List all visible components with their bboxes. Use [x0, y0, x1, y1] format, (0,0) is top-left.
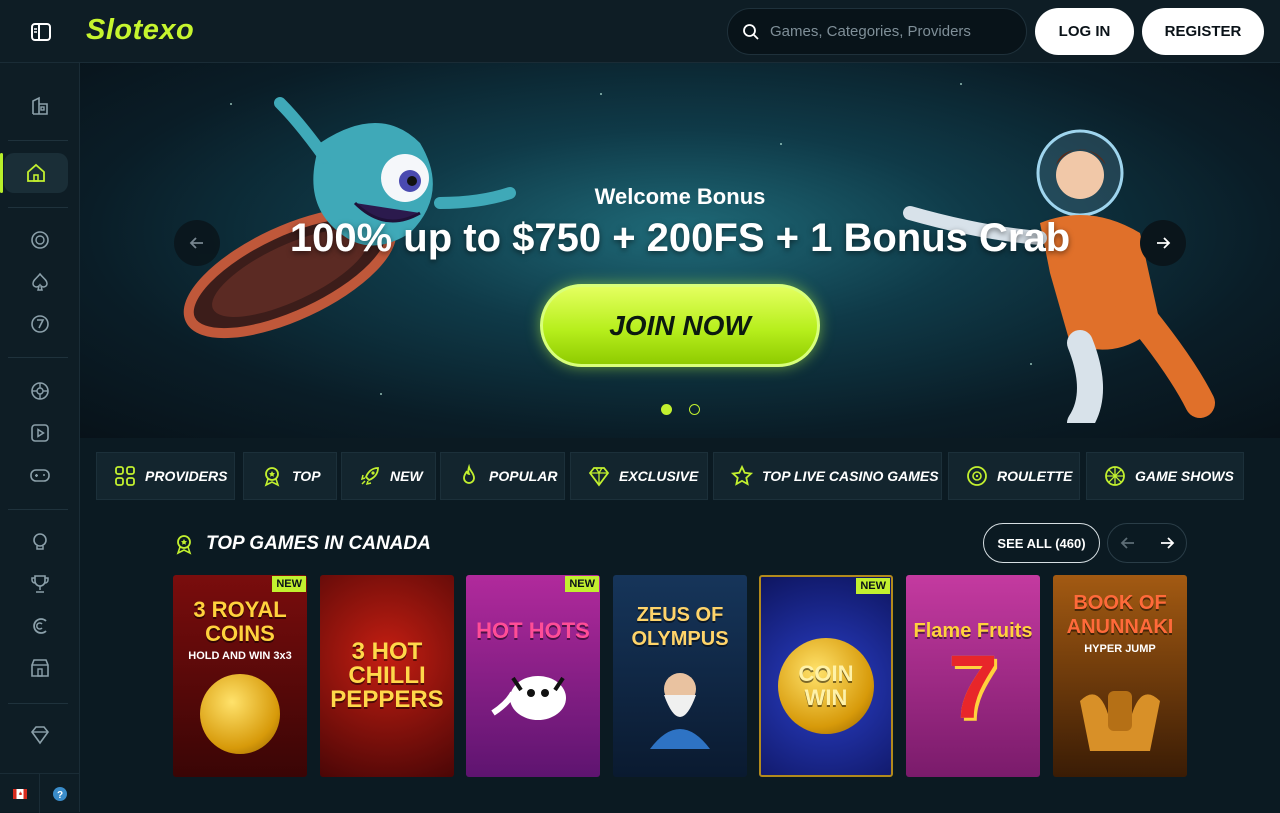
game-tile[interactable]: 3 HOT CHILLI PEPPERS [320, 575, 454, 777]
astronaut-illustration [903, 129, 1215, 423]
game-tile[interactable]: HOT HOTS NEW [466, 575, 600, 777]
rocket-icon [360, 467, 379, 486]
roulette-icon[interactable] [0, 371, 80, 411]
shop-icon[interactable] [0, 648, 80, 688]
join-now-button[interactable]: JOIN NOW [540, 284, 820, 367]
game-tile[interactable]: ZEUS OF OLYMPUS [613, 575, 747, 777]
tab-label: TOP LIVE CASINO GAMES [762, 468, 939, 484]
game-tile[interactable]: 3 ROYAL COINS HOLD AND WIN 3x3 NEW [173, 575, 307, 777]
svg-text:?: ? [57, 790, 63, 801]
games-next-button[interactable] [1147, 524, 1186, 562]
promo-icon[interactable] [0, 606, 80, 646]
sidebar-footer: ? [0, 773, 80, 813]
carousel-next-button[interactable] [1140, 220, 1186, 266]
home-icon[interactable] [0, 153, 68, 193]
new-badge: NEW [565, 576, 599, 592]
login-button[interactable]: LOG IN [1035, 8, 1134, 55]
medal-icon [176, 535, 192, 555]
lightbulb-icon[interactable] [0, 522, 80, 562]
game-title: COIN WIN [798, 661, 854, 710]
seven-artwork: 7 [947, 638, 999, 738]
arrow-right-icon [1157, 237, 1171, 249]
tab-providers[interactable]: PROVIDERS [96, 452, 235, 500]
search-icon [743, 23, 759, 40]
tab-new[interactable]: NEW [341, 452, 436, 500]
cat-character-artwork [491, 676, 566, 720]
games-pager [1107, 523, 1187, 563]
zeus-artwork [650, 673, 710, 749]
hero-banner[interactable]: Welcome Bonus 100% up to $750 + 200FS + … [80, 63, 1280, 438]
anunnaki-artwork [1080, 691, 1160, 751]
diamond-icon[interactable] [0, 715, 80, 755]
carousel-dot-2[interactable] [689, 404, 700, 415]
seven-icon[interactable] [0, 304, 80, 344]
tab-exclusive[interactable]: EXCLUSIVE [570, 452, 708, 500]
help-icon[interactable]: ? [40, 774, 80, 813]
tab-label: TOP [292, 468, 321, 484]
grid-icon [115, 466, 135, 486]
new-badge: NEW [272, 576, 306, 592]
spade-icon[interactable] [0, 262, 80, 302]
top-bar: Slotexo LOG IN REGISTER [0, 0, 1280, 63]
tab-roulette[interactable]: ROULETTE [948, 452, 1080, 500]
section-title: TOP GAMES IN CANADA [206, 533, 431, 554]
arrow-right-icon [1160, 537, 1174, 549]
game-subtitle: HOLD AND WIN 3x3 [188, 650, 292, 662]
game-tile[interactable]: Flame Fruits 7 [906, 575, 1040, 777]
hero-subtitle: Welcome Bonus [594, 184, 766, 209]
search-box[interactable] [727, 8, 1027, 55]
chip-icon[interactable] [0, 220, 80, 260]
casino-building-icon[interactable] [0, 86, 80, 126]
medal-icon [264, 467, 280, 487]
tab-label: PROVIDERS [145, 468, 228, 484]
register-button[interactable]: REGISTER [1142, 8, 1264, 55]
tab-top-live-casino-games[interactable]: TOP LIVE CASINO GAMES [713, 452, 942, 500]
tab-label: NEW [390, 468, 423, 484]
carousel-prev-button[interactable] [174, 220, 220, 266]
gamepad-icon[interactable] [0, 455, 80, 495]
games-row: 3 ROYAL COINS HOLD AND WIN 3x3 NEW 3 HOT… [173, 575, 1188, 777]
tab-label: POPULAR [489, 468, 558, 484]
diamond-icon [588, 467, 610, 487]
coin-artwork: COIN WIN [778, 638, 874, 734]
star-icon [730, 464, 754, 486]
game-subtitle: HYPER JUMP [1084, 643, 1156, 655]
game-tile[interactable]: COIN WIN NEW [759, 575, 893, 777]
tab-game-shows[interactable]: GAME SHOWS [1086, 452, 1244, 500]
section-header: TOP GAMES IN CANADA [172, 532, 431, 556]
arrow-left-icon [189, 237, 203, 249]
play-icon[interactable] [0, 413, 80, 453]
sidebar: ? [0, 63, 80, 813]
carousel-dot-1[interactable] [661, 404, 672, 415]
tab-top[interactable]: TOP [243, 452, 337, 500]
game-title: HOT HOTS [476, 618, 590, 643]
main-content: Welcome Bonus 100% up to $750 + 200FS + … [80, 63, 1280, 812]
game-tile[interactable]: BOOK OF ANUNNAKI HYPER JUMP [1053, 575, 1187, 777]
hero-title: 100% up to $750 + 200FS + 1 Bonus Crab [289, 216, 1071, 260]
see-all-button[interactable]: SEE ALL (460) [983, 523, 1100, 563]
game-title: 3 HOT CHILLI PEPPERS [330, 638, 444, 713]
category-tabs: PROVIDERS TOP NEW POPULAR EXCLUSIVE TOP … [96, 452, 1280, 500]
arrow-left-icon [1120, 537, 1134, 549]
game-title: ZEUS OF OLYMPUS [631, 604, 729, 650]
wheel-icon [1105, 466, 1125, 486]
logo[interactable]: Slotexo [86, 14, 194, 47]
flame-icon [463, 464, 475, 484]
games-prev-button[interactable] [1108, 524, 1147, 562]
sidebar-toggle-icon[interactable] [29, 20, 53, 44]
game-title: BOOK OF ANUNNAKI [1066, 592, 1174, 638]
search-input[interactable] [770, 23, 1010, 40]
roulette-icon [967, 466, 987, 486]
tab-label: GAME SHOWS [1135, 468, 1234, 484]
trophy-icon[interactable] [0, 564, 80, 604]
tab-label: ROULETTE [997, 468, 1073, 484]
coin-artwork [200, 674, 280, 754]
game-title: 3 ROYAL COINS [193, 597, 287, 646]
new-badge: NEW [856, 578, 890, 594]
tab-popular[interactable]: POPULAR [440, 452, 565, 500]
canada-flag-icon[interactable] [0, 774, 40, 813]
tab-label: EXCLUSIVE [619, 468, 699, 484]
